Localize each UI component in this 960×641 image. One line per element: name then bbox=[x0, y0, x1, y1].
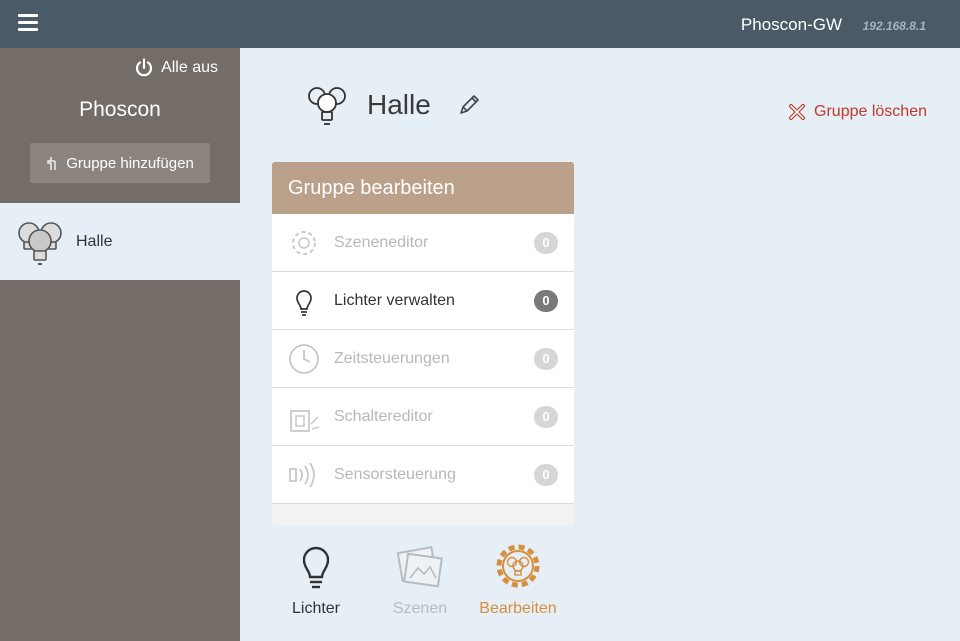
all-off-label: Alle aus bbox=[161, 59, 218, 76]
close-icon bbox=[789, 104, 806, 120]
sidebar-item-halle[interactable]: Halle bbox=[0, 203, 240, 280]
sensor-icon bbox=[289, 462, 315, 487]
clock-icon bbox=[289, 343, 319, 374]
menu-item-sensor-control[interactable]: Sensorsteuerung 0 bbox=[272, 446, 574, 504]
brand-title: Phoscon bbox=[79, 98, 161, 121]
gateway-ip: 192.168.8.1 bbox=[862, 19, 926, 33]
gateway-name: Phoscon-GW bbox=[740, 15, 842, 34]
menu-item-label: Szeneneditor bbox=[334, 233, 429, 251]
nav-lights[interactable]: Lichter bbox=[266, 540, 366, 618]
add-group-button[interactable]: Gruppe hinzufügen bbox=[30, 143, 210, 183]
count-badge: 0 bbox=[534, 290, 558, 312]
switch-icon bbox=[290, 409, 320, 432]
all-off-button[interactable]: Alle aus bbox=[134, 58, 218, 78]
menu-item-label: Zeitsteuerungen bbox=[334, 349, 450, 367]
page-title: Halle bbox=[367, 89, 431, 120]
bulbs-icon bbox=[308, 87, 346, 125]
menu-item-scene-editor[interactable]: Szeneneditor 0 bbox=[272, 214, 574, 272]
gear-icon bbox=[496, 544, 540, 588]
bulbs-icon bbox=[18, 221, 62, 265]
sidebar: Alle aus Phoscon Gruppe hinzufügen Halle bbox=[0, 48, 240, 641]
nav-scenes-label: Szenen bbox=[392, 600, 448, 617]
menu-item-schedules[interactable]: Zeitsteuerungen 0 bbox=[272, 330, 574, 388]
sidebar-item-label: Halle bbox=[76, 232, 113, 250]
nav-lights-label: Lichter bbox=[291, 600, 341, 617]
count-badge: 0 bbox=[534, 348, 558, 370]
delete-group-label: Gruppe löschen bbox=[814, 103, 927, 120]
top-bar: Phoscon-GW 192.168.8.1 bbox=[0, 0, 960, 48]
nav-edit[interactable]: Bearbeiten bbox=[468, 540, 568, 618]
menu-item-label: Lichter verwalten bbox=[334, 291, 455, 309]
scene-editor-icon bbox=[292, 230, 316, 255]
add-group-label: Gruppe hinzufügen bbox=[66, 154, 194, 172]
menu-item-switch-editor[interactable]: Schaltereditor 0 bbox=[272, 388, 574, 446]
bulb-icon bbox=[302, 546, 330, 589]
hamburger-menu-icon[interactable] bbox=[18, 14, 38, 32]
nav-edit-label: Bearbeiten bbox=[479, 600, 557, 617]
group-header: Halle bbox=[305, 83, 481, 127]
hand-pointer-icon bbox=[47, 157, 56, 170]
edit-group-panel: Gruppe bearbeiten Szeneneditor 0 Lichter… bbox=[272, 162, 574, 525]
power-icon bbox=[135, 58, 153, 77]
nav-scenes[interactable]: Szenen bbox=[370, 540, 470, 618]
menu-item-label: Sensorsteuerung bbox=[334, 465, 456, 483]
menu-item-manage-lights[interactable]: Lichter verwalten 0 bbox=[272, 272, 574, 330]
pencil-icon[interactable] bbox=[457, 93, 481, 117]
bulb-icon bbox=[296, 289, 312, 316]
panel-title: Gruppe bearbeiten bbox=[272, 162, 574, 214]
delete-group-button[interactable]: Gruppe löschen bbox=[788, 103, 927, 121]
bottom-navigation: Lichter Szenen Bearbeiten bbox=[272, 540, 574, 630]
scenes-icon bbox=[396, 546, 443, 588]
count-badge: 0 bbox=[534, 464, 558, 486]
menu-item-label: Schaltereditor bbox=[334, 407, 433, 425]
count-badge: 0 bbox=[534, 232, 558, 254]
count-badge: 0 bbox=[534, 406, 558, 428]
